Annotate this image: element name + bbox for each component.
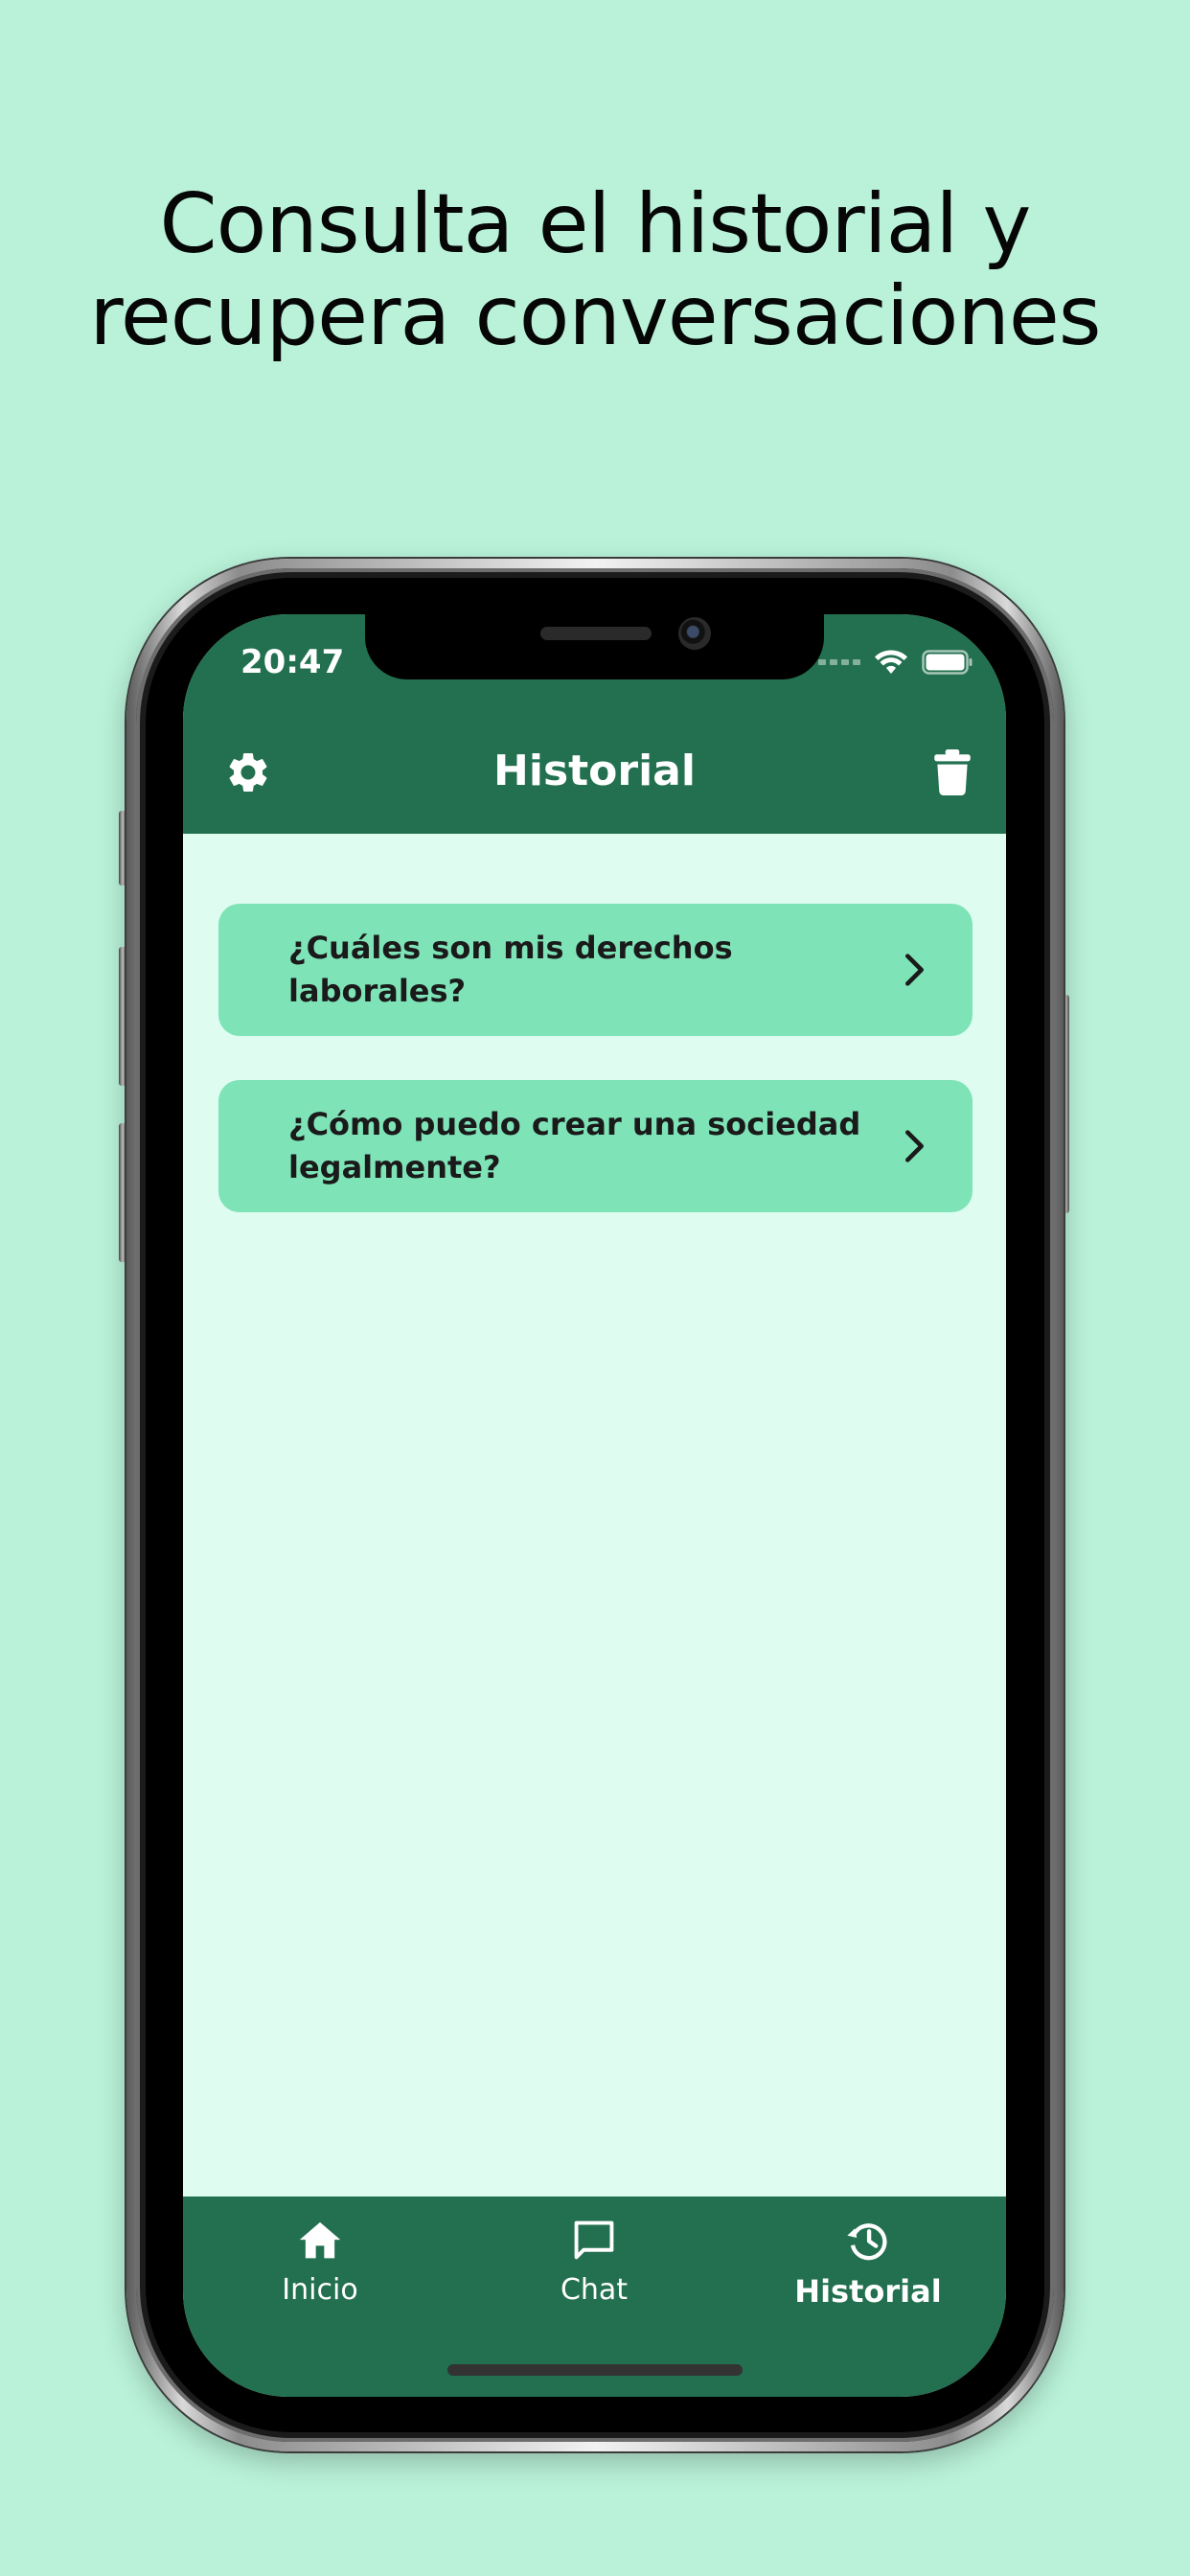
page-title: Historial (493, 747, 696, 795)
nav-label-chat: Chat (560, 2273, 629, 2307)
trash-icon (930, 748, 974, 800)
volume-down-button (119, 1123, 126, 1262)
status-time: 20:47 (240, 643, 345, 681)
delete-history-button[interactable] (924, 746, 981, 803)
mute-switch (119, 811, 126, 886)
app-screen: 20:47 Historial ¿Cuáles son mis derechos… (183, 614, 1006, 2397)
nav-label-historial: Historial (794, 2273, 942, 2310)
bottom-navigation: Inicio Chat Historial (183, 2196, 1006, 2397)
battery-icon (922, 650, 973, 675)
history-item[interactable]: ¿Cuáles son mis derechos laborales? (218, 904, 973, 1036)
cellular-signal-icon (818, 659, 860, 665)
nav-item-chat[interactable]: Chat (457, 2196, 731, 2331)
home-icon (295, 2216, 345, 2266)
chevron-right-icon (892, 1124, 936, 1168)
chat-bubble-icon (569, 2216, 619, 2266)
earpiece-speaker (540, 627, 652, 640)
volume-up-button (119, 947, 126, 1086)
history-item[interactable]: ¿Cómo puedo crear una sociedad legalment… (218, 1080, 973, 1212)
home-indicator[interactable] (447, 2364, 743, 2376)
history-list: ¿Cuáles son mis derechos laborales? ¿Cóm… (218, 904, 973, 1256)
history-item-label: ¿Cómo puedo crear una sociedad legalment… (288, 1106, 861, 1185)
front-camera (678, 617, 711, 650)
headline-line-1: Consulta el historial y (159, 176, 1032, 272)
history-icon (843, 2216, 893, 2266)
marketing-headline: Consulta el historial y recupera convers… (0, 178, 1190, 362)
status-icons (818, 649, 973, 676)
wifi-icon (874, 649, 908, 676)
chevron-right-icon (892, 948, 936, 992)
nav-item-historial[interactable]: Historial (731, 2196, 1005, 2331)
nav-label-inicio: Inicio (282, 2273, 358, 2307)
headline-line-2: recupera conversaciones (89, 268, 1101, 364)
history-item-label: ¿Cuáles son mis derechos laborales? (288, 930, 733, 1009)
camera-notch (365, 614, 824, 679)
nav-item-inicio[interactable]: Inicio (183, 2196, 457, 2331)
